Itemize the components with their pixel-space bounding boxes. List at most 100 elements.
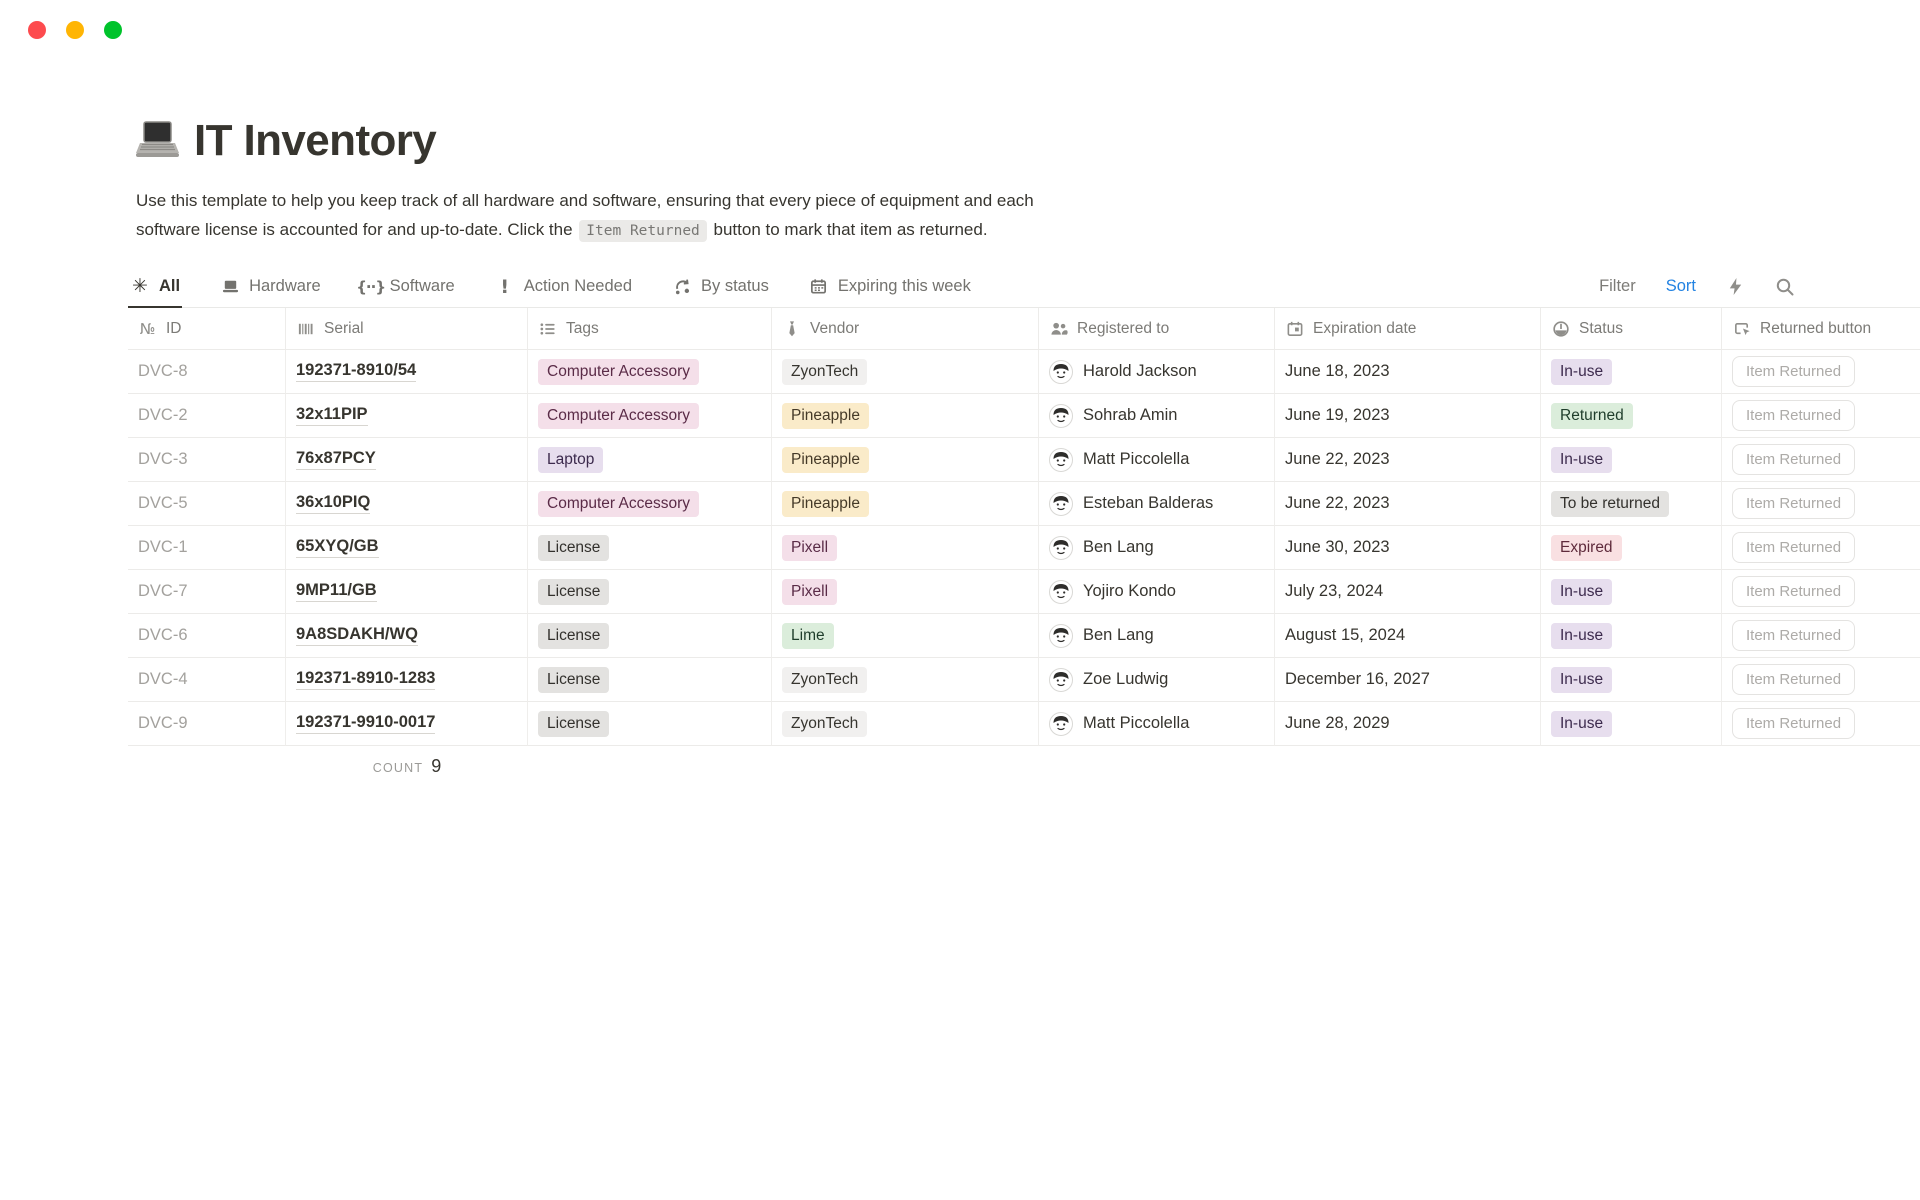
- column-header-returned-button[interactable]: Returned button: [1722, 308, 1920, 350]
- tab-all[interactable]: ✳ All: [128, 266, 183, 308]
- cell-tags[interactable]: License: [528, 658, 772, 702]
- cell-id[interactable]: DVC-2: [128, 394, 286, 438]
- cell-vendor[interactable]: Pixell: [772, 570, 1039, 614]
- close-window-button[interactable]: [28, 21, 46, 39]
- cell-vendor[interactable]: Pineapple: [772, 438, 1039, 482]
- cell-tags[interactable]: Computer Accessory: [528, 394, 772, 438]
- cell-status[interactable]: Expired: [1541, 526, 1722, 570]
- cell-serial[interactable]: 9A8SDAKH/WQ: [286, 614, 528, 658]
- tab-action-needed[interactable]: ! Action Needed: [493, 266, 634, 307]
- cell-registered-to[interactable]: Harold Jackson: [1039, 350, 1275, 394]
- zoom-window-button[interactable]: [104, 21, 122, 39]
- cell-id[interactable]: DVC-7: [128, 570, 286, 614]
- cell-status[interactable]: In-use: [1541, 570, 1722, 614]
- cell-vendor[interactable]: Pineapple: [772, 482, 1039, 526]
- cell-status[interactable]: In-use: [1541, 658, 1722, 702]
- minimize-window-button[interactable]: [66, 21, 84, 39]
- column-header-id[interactable]: № ID: [128, 308, 286, 350]
- status-badge: In-use: [1551, 446, 1613, 473]
- cell-status[interactable]: To be returned: [1541, 482, 1722, 526]
- cell-returned-button: Item Returned: [1722, 614, 1920, 658]
- cell-serial[interactable]: 36x10PIQ: [286, 482, 528, 526]
- cell-status[interactable]: In-use: [1541, 702, 1722, 746]
- cell-expiration-date[interactable]: June 22, 2023: [1275, 482, 1541, 526]
- cell-expiration-date[interactable]: June 22, 2023: [1275, 438, 1541, 482]
- cell-vendor[interactable]: ZyonTech: [772, 702, 1039, 746]
- cell-tags[interactable]: License: [528, 702, 772, 746]
- cell-status[interactable]: In-use: [1541, 614, 1722, 658]
- cell-id[interactable]: DVC-9: [128, 702, 286, 746]
- sort-button[interactable]: Sort: [1666, 277, 1696, 296]
- cell-tags[interactable]: License: [528, 526, 772, 570]
- cell-registered-to[interactable]: Yojiro Kondo: [1039, 570, 1275, 614]
- item-returned-button[interactable]: Item Returned: [1732, 532, 1856, 563]
- item-returned-button[interactable]: Item Returned: [1732, 444, 1856, 475]
- tab-software[interactable]: {··} Software: [356, 266, 457, 307]
- cell-tags[interactable]: Laptop: [528, 438, 772, 482]
- item-returned-button[interactable]: Item Returned: [1732, 488, 1856, 519]
- cell-expiration-date[interactable]: August 15, 2024: [1275, 614, 1541, 658]
- column-header-expiration-date[interactable]: Expiration date: [1275, 308, 1541, 350]
- cell-serial[interactable]: 65XYQ/GB: [286, 526, 528, 570]
- cell-serial[interactable]: 192371-9910-0017: [286, 702, 528, 746]
- cell-serial[interactable]: 32x11PIP: [286, 394, 528, 438]
- cell-id[interactable]: DVC-1: [128, 526, 286, 570]
- cell-serial[interactable]: 192371-8910-1283: [286, 658, 528, 702]
- count-label[interactable]: COUNT: [373, 761, 423, 775]
- tab-expiring-this-week[interactable]: Expiring this week: [807, 266, 973, 307]
- tab-hardware[interactable]: Hardware: [218, 266, 323, 307]
- cell-expiration-date[interactable]: June 19, 2023: [1275, 394, 1541, 438]
- cell-expiration-date[interactable]: July 23, 2024: [1275, 570, 1541, 614]
- column-header-vendor[interactable]: Vendor: [772, 308, 1039, 350]
- item-returned-button[interactable]: Item Returned: [1732, 620, 1856, 651]
- cell-vendor[interactable]: Pixell: [772, 526, 1039, 570]
- cell-serial[interactable]: 192371-8910/54: [286, 350, 528, 394]
- item-returned-button[interactable]: Item Returned: [1732, 400, 1856, 431]
- item-returned-button[interactable]: Item Returned: [1732, 708, 1856, 739]
- cell-vendor[interactable]: ZyonTech: [772, 658, 1039, 702]
- cell-id[interactable]: DVC-5: [128, 482, 286, 526]
- cell-id[interactable]: DVC-6: [128, 614, 286, 658]
- cell-serial[interactable]: 76x87PCY: [286, 438, 528, 482]
- cell-id[interactable]: DVC-8: [128, 350, 286, 394]
- cell-tags[interactable]: License: [528, 570, 772, 614]
- serial-value: 192371-8910-1283: [296, 669, 436, 690]
- cell-registered-to[interactable]: Ben Lang: [1039, 614, 1275, 658]
- item-returned-button[interactable]: Item Returned: [1732, 356, 1856, 387]
- cell-status[interactable]: In-use: [1541, 350, 1722, 394]
- tab-by-status[interactable]: By status: [670, 266, 771, 307]
- column-header-status[interactable]: Status: [1541, 308, 1722, 350]
- item-returned-button[interactable]: Item Returned: [1732, 576, 1856, 607]
- item-returned-button[interactable]: Item Returned: [1732, 664, 1856, 695]
- cell-expiration-date[interactable]: December 16, 2027: [1275, 658, 1541, 702]
- cell-id[interactable]: DVC-4: [128, 658, 286, 702]
- cell-registered-to[interactable]: Zoe Ludwig: [1039, 658, 1275, 702]
- cell-vendor[interactable]: Pineapple: [772, 394, 1039, 438]
- cell-id[interactable]: DVC-3: [128, 438, 286, 482]
- cell-status[interactable]: In-use: [1541, 438, 1722, 482]
- filter-button[interactable]: Filter: [1599, 277, 1636, 296]
- search-icon[interactable]: [1775, 277, 1795, 297]
- cell-expiration-date[interactable]: June 28, 2029: [1275, 702, 1541, 746]
- cell-tags[interactable]: Computer Accessory: [528, 482, 772, 526]
- cell-registered-to[interactable]: Sohrab Amin: [1039, 394, 1275, 438]
- cell-registered-to[interactable]: Ben Lang: [1039, 526, 1275, 570]
- cell-expiration-date[interactable]: June 30, 2023: [1275, 526, 1541, 570]
- cell-serial[interactable]: 9MP11/GB: [286, 570, 528, 614]
- cell-expiration-date[interactable]: June 18, 2023: [1275, 350, 1541, 394]
- avatar: [1049, 535, 1073, 560]
- lightning-bolt-icon[interactable]: [1726, 277, 1745, 296]
- cell-tags[interactable]: Computer Accessory: [528, 350, 772, 394]
- cell-vendor[interactable]: ZyonTech: [772, 350, 1039, 394]
- column-header-registered-to[interactable]: Registered to: [1039, 308, 1275, 350]
- column-header-tags[interactable]: Tags: [528, 308, 772, 350]
- cell-vendor[interactable]: Lime: [772, 614, 1039, 658]
- column-header-serial[interactable]: Serial: [286, 308, 528, 350]
- cell-registered-to[interactable]: Esteban Balderas: [1039, 482, 1275, 526]
- description-line2-after: button to mark that item as returned.: [708, 220, 988, 239]
- cell-registered-to[interactable]: Matt Piccolella: [1039, 702, 1275, 746]
- cell-tags[interactable]: License: [528, 614, 772, 658]
- id-value: DVC-7: [138, 582, 188, 600]
- cell-registered-to[interactable]: Matt Piccolella: [1039, 438, 1275, 482]
- cell-status[interactable]: Returned: [1541, 394, 1722, 438]
